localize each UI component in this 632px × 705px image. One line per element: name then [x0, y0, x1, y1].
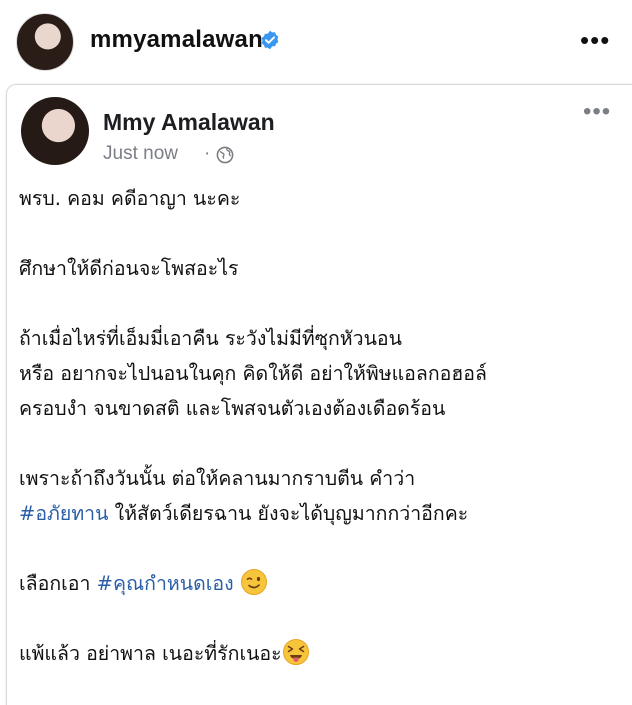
- ig-post-header: mmyamalawan •••: [0, 0, 632, 82]
- hashtag-link[interactable]: #อภัยทาน: [19, 502, 108, 525]
- post-line: พรบ. คอม คดีอาญา นะคะ: [19, 187, 241, 210]
- timestamp-separator: ·: [204, 143, 211, 164]
- post-line: ถ้าเมื่อไหร่ที่เอ็มมี่เอาคืน ระวังไม่มีท…: [19, 327, 402, 350]
- profile-username[interactable]: mmyamalawan: [90, 26, 263, 54]
- post-line: #อภัยทาน ให้สัตว์เดียรฉาน ยังจะได้บุญมาก…: [19, 496, 619, 531]
- post-line: เลือกเอา #คุณกำหนดเอง: [19, 566, 619, 601]
- post-line: ศึกษาให้ดีก่อนจะโพสอะไร: [19, 257, 239, 280]
- post-line-text: เลือกเอา: [19, 572, 97, 595]
- post-author-name[interactable]: Mmy Amalawan: [103, 109, 275, 136]
- post-more-options-button[interactable]: •••: [583, 100, 611, 124]
- winking-face-icon: [240, 569, 267, 595]
- globe-icon: [216, 146, 234, 164]
- post-line: หรือ อยากจะไปนอนในคุก คิดให้ดี อย่าให้พิ…: [19, 362, 487, 385]
- post-line: ครอบงำ จนขาดสติ และโพสจนตัวเองต้องเดือดร…: [19, 397, 446, 420]
- facebook-post-card: Mmy Amalawan Just now · ••• พรบ. คอม คดี…: [6, 84, 632, 705]
- profile-avatar[interactable]: [16, 13, 74, 71]
- more-options-button[interactable]: •••: [580, 27, 610, 53]
- hashtag-link[interactable]: #คุณกำหนดเอง: [97, 572, 234, 595]
- post-line-text: ให้สัตว์เดียรฉาน ยังจะได้บุญมากกว่าอีกคะ: [108, 502, 469, 525]
- post-line: เพราะถ้าถึงวันนั้น ต่อให้คลานมากราบตีน ค…: [19, 467, 416, 490]
- post-author-avatar[interactable]: [21, 97, 89, 165]
- verified-badge-icon: [261, 30, 279, 50]
- post-line: แพ้แล้ว อย่าพาล เนอะที่รักเนอะ: [19, 636, 619, 671]
- squinting-tongue-face-icon: [282, 639, 309, 665]
- post-timestamp[interactable]: Just now: [103, 143, 178, 165]
- post-body: พรบ. คอม คดีอาญา นะคะ ศึกษาให้ดีก่อนจะโพ…: [19, 181, 619, 671]
- post-line-text: แพ้แล้ว อย่าพาล เนอะที่รักเนอะ: [19, 642, 282, 665]
